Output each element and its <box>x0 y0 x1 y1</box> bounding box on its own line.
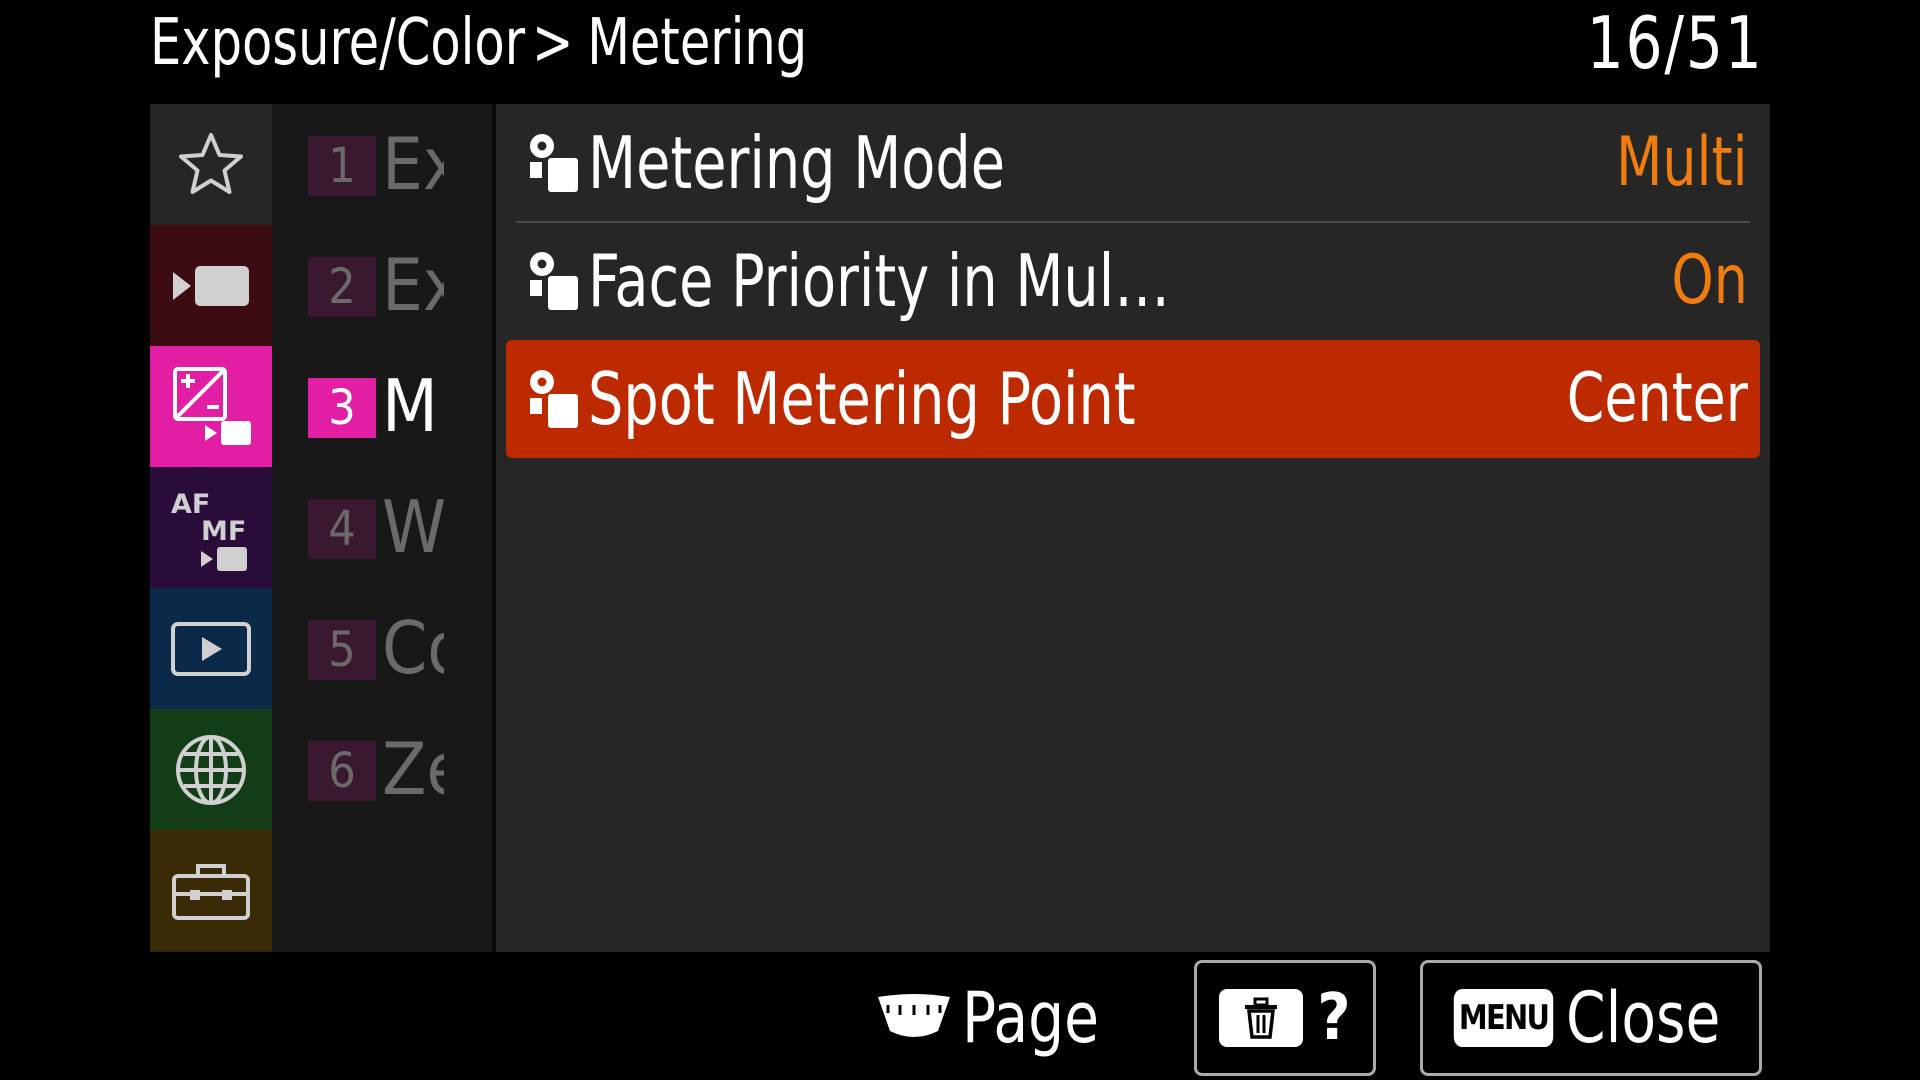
sub-item-label: M <box>382 364 438 448</box>
sub-item-label: W <box>382 485 444 569</box>
menu-items: Metering Mode Multi Face Priority in Mul… <box>496 104 1770 952</box>
breadcrumb-category: Exposure/Color <box>150 6 526 80</box>
sub-item-number: 4 <box>308 499 376 559</box>
page-indicator: 16/51 <box>1587 1 1764 85</box>
help-button[interactable]: ? <box>1194 960 1376 1076</box>
sub-item-3[interactable]: 3 M <box>272 346 492 467</box>
menu-item-value: Center <box>1566 359 1748 438</box>
tab-shooting[interactable] <box>150 225 272 346</box>
sub-item-label: Co <box>382 606 444 690</box>
exposure-color-icon <box>173 366 251 445</box>
still-movie-mode-icon <box>530 134 578 192</box>
sub-item-number: 5 <box>308 620 376 680</box>
tab-setup[interactable] <box>150 830 272 951</box>
menu-item-label: Face Priority in Mul… <box>588 239 1170 323</box>
help-question-mark: ? <box>1317 981 1351 1055</box>
category-rail: AF MF <box>150 104 272 952</box>
tab-focus[interactable]: AF MF <box>150 467 272 588</box>
menu-item-label: Metering Mode <box>588 121 1006 205</box>
sub-item-4[interactable]: 4 W <box>272 467 492 588</box>
toolbox-icon <box>172 863 250 920</box>
page-hint: Page <box>874 970 1114 1066</box>
trash-icon <box>1219 989 1304 1047</box>
tab-exposure-color[interactable] <box>150 346 272 467</box>
menu-item-value: On <box>1671 241 1748 320</box>
close-label: Close <box>1565 977 1721 1059</box>
still-movie-mode-icon <box>530 370 578 428</box>
sub-item-2[interactable]: 2 Ex <box>272 225 492 346</box>
sub-item-number: 2 <box>308 257 376 317</box>
menu-item-value: Multi <box>1616 123 1748 202</box>
sub-item-5[interactable]: 5 Co <box>272 588 492 709</box>
still-movie-mode-icon <box>530 252 578 310</box>
tab-favorites[interactable] <box>150 104 272 225</box>
sub-item-label: Ex <box>382 122 444 206</box>
menu-item-label: Spot Metering Point <box>588 357 1136 441</box>
shooting-camera-icon <box>173 265 249 306</box>
star-icon <box>179 132 243 194</box>
tab-playback[interactable] <box>150 588 272 709</box>
menu-item-spot-metering-point[interactable]: Spot Metering Point Center <box>506 340 1760 458</box>
page-hint-label: Page <box>962 977 1099 1059</box>
globe-icon <box>176 734 246 805</box>
menu-item-metering-mode[interactable]: Metering Mode Multi <box>506 104 1760 222</box>
menu-item-face-priority[interactable]: Face Priority in Mul… On <box>506 222 1760 340</box>
sub-item-label: Ze <box>382 727 444 811</box>
sub-item-number: 6 <box>308 741 376 801</box>
svg-text:MF: MF <box>201 516 246 547</box>
af-mf-icon: AF MF <box>171 489 247 571</box>
breadcrumb-separator: > <box>531 6 574 80</box>
menu-button-badge: MENU <box>1453 989 1553 1047</box>
sub-item-number: 3 <box>308 378 376 438</box>
close-button[interactable]: MENU Close <box>1420 960 1762 1076</box>
tab-network[interactable] <box>150 709 272 830</box>
control-wheel-icon <box>878 994 950 1037</box>
sub-page-list: 1 Ex 2 Ex 3 M 4 W 5 Co 6 Ze <box>272 104 492 952</box>
breadcrumb-section: Metering <box>587 6 808 80</box>
sub-item-number: 1 <box>308 136 376 196</box>
sub-item-1[interactable]: 1 Ex <box>272 104 492 225</box>
breadcrumb: Exposure/Color > Metering <box>150 2 807 84</box>
menu-panel: AF MF 1 Ex 2 Ex 3 M 4 W 5 C 6 Z Metering… <box>150 104 1770 952</box>
sub-item-6[interactable]: 6 Ze <box>272 709 492 830</box>
sub-item-label: Ex <box>382 243 444 327</box>
playback-icon <box>171 621 251 676</box>
